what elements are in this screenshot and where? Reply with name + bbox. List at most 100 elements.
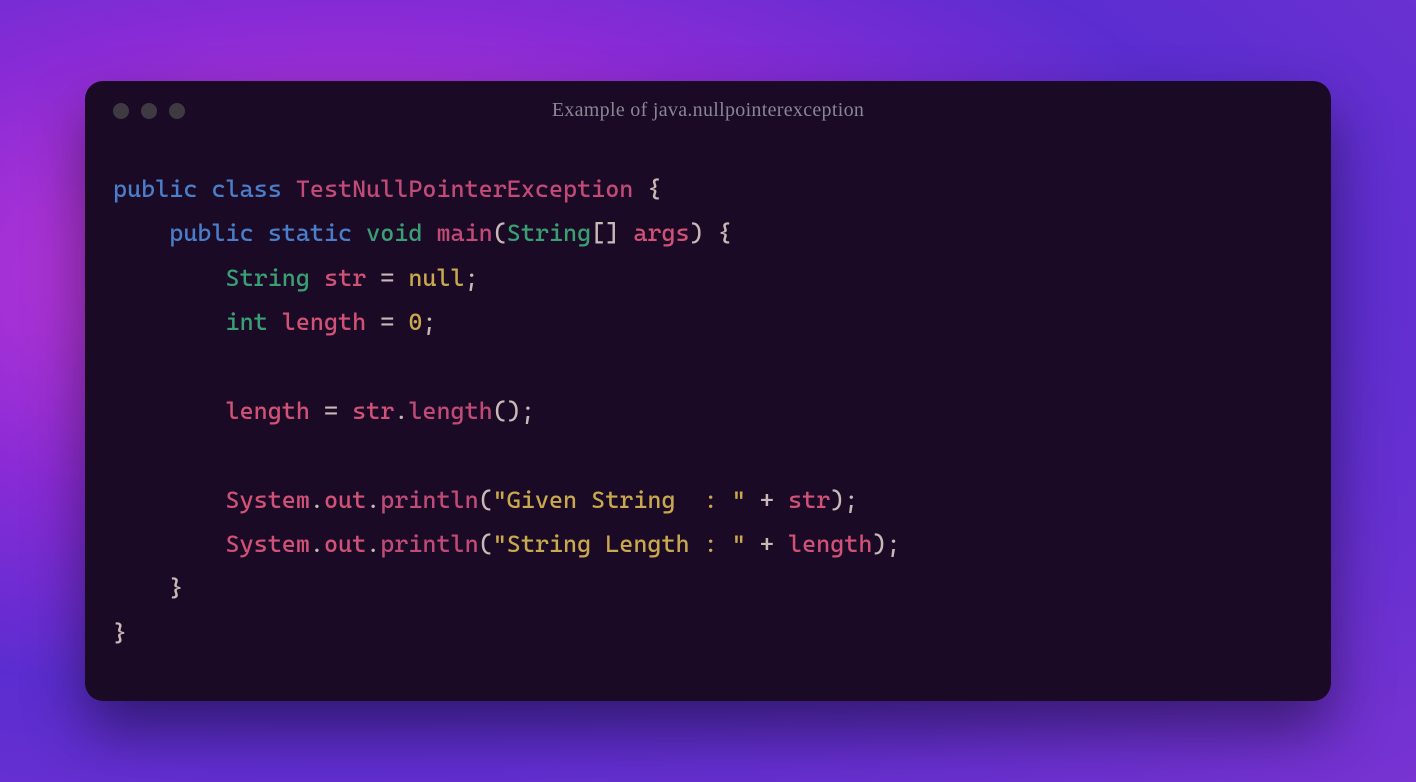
code-token [352,219,366,247]
code-window: Example of java.nullpointerexception pub… [85,81,1331,701]
code-token: length [282,308,366,336]
code-token: System [226,486,310,514]
code-token: length [788,530,872,558]
code-token: str [324,264,366,292]
code-token: . [394,397,408,425]
code-token [282,175,296,203]
code-token: public [113,175,197,203]
code-token: ) [690,219,704,247]
code-token: . [366,530,380,558]
code-token: out [324,530,366,558]
code-token: [] [591,219,619,247]
code-token: = [324,397,338,425]
code-token [619,219,633,247]
code-token: = [380,308,394,336]
code-token [268,308,282,336]
code-token: int [226,308,268,336]
code-token: ; [886,530,900,558]
code-token: main [436,219,492,247]
code-token [113,397,226,425]
code-token [704,219,718,247]
code-token [366,264,380,292]
code-token: TestNullPointerException [296,175,634,203]
code-token: ( [493,219,507,247]
code-token: ( [479,486,493,514]
code-token [746,530,760,558]
code-token [113,486,226,514]
code-token: String [507,219,591,247]
code-line [113,433,1303,477]
code-token [310,397,324,425]
code-token: length [226,397,310,425]
code-token [113,308,226,336]
maximize-icon[interactable] [169,103,185,119]
code-token [394,308,408,336]
code-token: length [408,397,492,425]
code-token: str [352,397,394,425]
code-token [633,175,647,203]
code-line: } [113,566,1303,610]
code-token: public [169,219,253,247]
code-block: public class TestNullPointerException { … [85,127,1331,665]
code-token: = [380,264,394,292]
code-token: System [226,530,310,558]
code-token: + [760,530,774,558]
code-line: System.out.println("Given String : " + s… [113,478,1303,522]
code-token: println [380,486,478,514]
code-token: . [310,486,324,514]
code-line: public static void main(String[] args) { [113,211,1303,255]
code-token: ; [465,264,479,292]
code-token: { [718,219,732,247]
code-token [774,486,788,514]
code-line: System.out.println("String Length : " + … [113,522,1303,566]
close-icon[interactable] [113,103,129,119]
code-token: "String Length : " [493,530,746,558]
code-token [113,264,226,292]
code-token [113,219,169,247]
code-token [113,530,226,558]
minimize-icon[interactable] [141,103,157,119]
code-token: args [633,219,689,247]
code-token: . [310,530,324,558]
code-token: } [169,574,183,602]
window-controls [113,103,185,119]
code-token: + [760,486,774,514]
code-token: ; [521,397,535,425]
code-token [254,219,268,247]
code-token [113,574,169,602]
code-token: ) [830,486,844,514]
code-token: } [113,619,127,647]
code-token: 0 [408,308,422,336]
code-token: null [408,264,464,292]
code-token [774,530,788,558]
code-line [113,344,1303,388]
code-line: String str = null; [113,256,1303,300]
code-token: . [366,486,380,514]
code-token: class [211,175,281,203]
code-token [338,397,352,425]
code-line: } [113,611,1303,655]
code-token [310,264,324,292]
code-token [366,308,380,336]
code-token: ) [872,530,886,558]
code-line: public class TestNullPointerException { [113,167,1303,211]
code-token: "Given String : " [493,486,746,514]
code-token: ( [479,530,493,558]
code-token: { [647,175,661,203]
code-token: println [380,530,478,558]
code-line: length = str.length(); [113,389,1303,433]
code-token [422,219,436,247]
code-token [197,175,211,203]
code-token [394,264,408,292]
titlebar: Example of java.nullpointerexception [85,81,1331,127]
code-token: ; [422,308,436,336]
code-token: str [788,486,830,514]
code-token: ; [844,486,858,514]
code-token: void [366,219,422,247]
code-token: static [268,219,352,247]
code-token: String [226,264,310,292]
window-title: Example of java.nullpointerexception [552,99,864,122]
code-line: int length = 0; [113,300,1303,344]
code-token [746,486,760,514]
code-token: () [493,397,521,425]
